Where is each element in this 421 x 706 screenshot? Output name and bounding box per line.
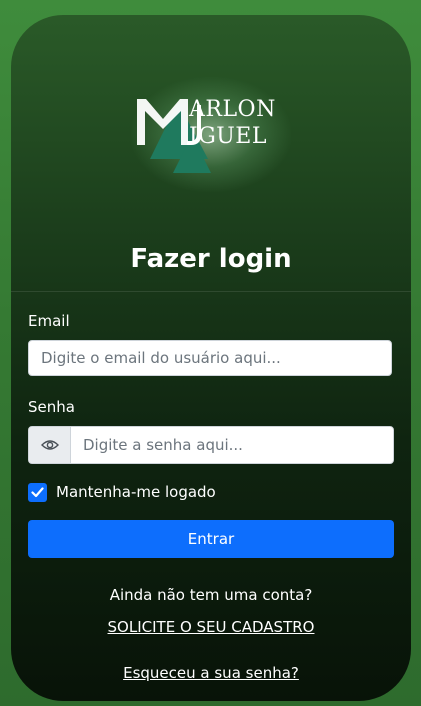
no-account-text: Ainda não tem uma conta? bbox=[109, 586, 313, 604]
checkmark-icon bbox=[31, 486, 44, 497]
remember-me-row: Mantenha-me logado bbox=[28, 482, 216, 502]
forgot-password-link[interactable]: Esqueceu a sua senha? bbox=[11, 664, 411, 682]
login-button[interactable]: Entrar bbox=[28, 520, 394, 558]
logo-line-2: IGUEL bbox=[189, 124, 267, 149]
email-field[interactable] bbox=[28, 340, 392, 376]
eye-icon bbox=[40, 440, 59, 450]
remember-me-checkbox[interactable] bbox=[28, 482, 47, 502]
brand-logo: ARLON IGUEL bbox=[11, 77, 411, 192]
email-label: Email bbox=[28, 312, 70, 330]
password-field[interactable] bbox=[71, 427, 393, 463]
divider bbox=[11, 291, 411, 292]
page-title: Fazer login bbox=[130, 244, 292, 274]
logo-line-1: ARLON bbox=[189, 97, 276, 122]
password-group bbox=[28, 426, 394, 464]
password-label: Senha bbox=[28, 398, 75, 416]
remember-me-label: Mantenha-me logado bbox=[56, 483, 216, 501]
toggle-password-button[interactable] bbox=[29, 427, 71, 463]
login-card: ARLON IGUEL Fazer login Email Senha Mant… bbox=[11, 15, 411, 701]
register-link[interactable]: SOLICITE O SEU CADASTRO bbox=[11, 618, 411, 636]
